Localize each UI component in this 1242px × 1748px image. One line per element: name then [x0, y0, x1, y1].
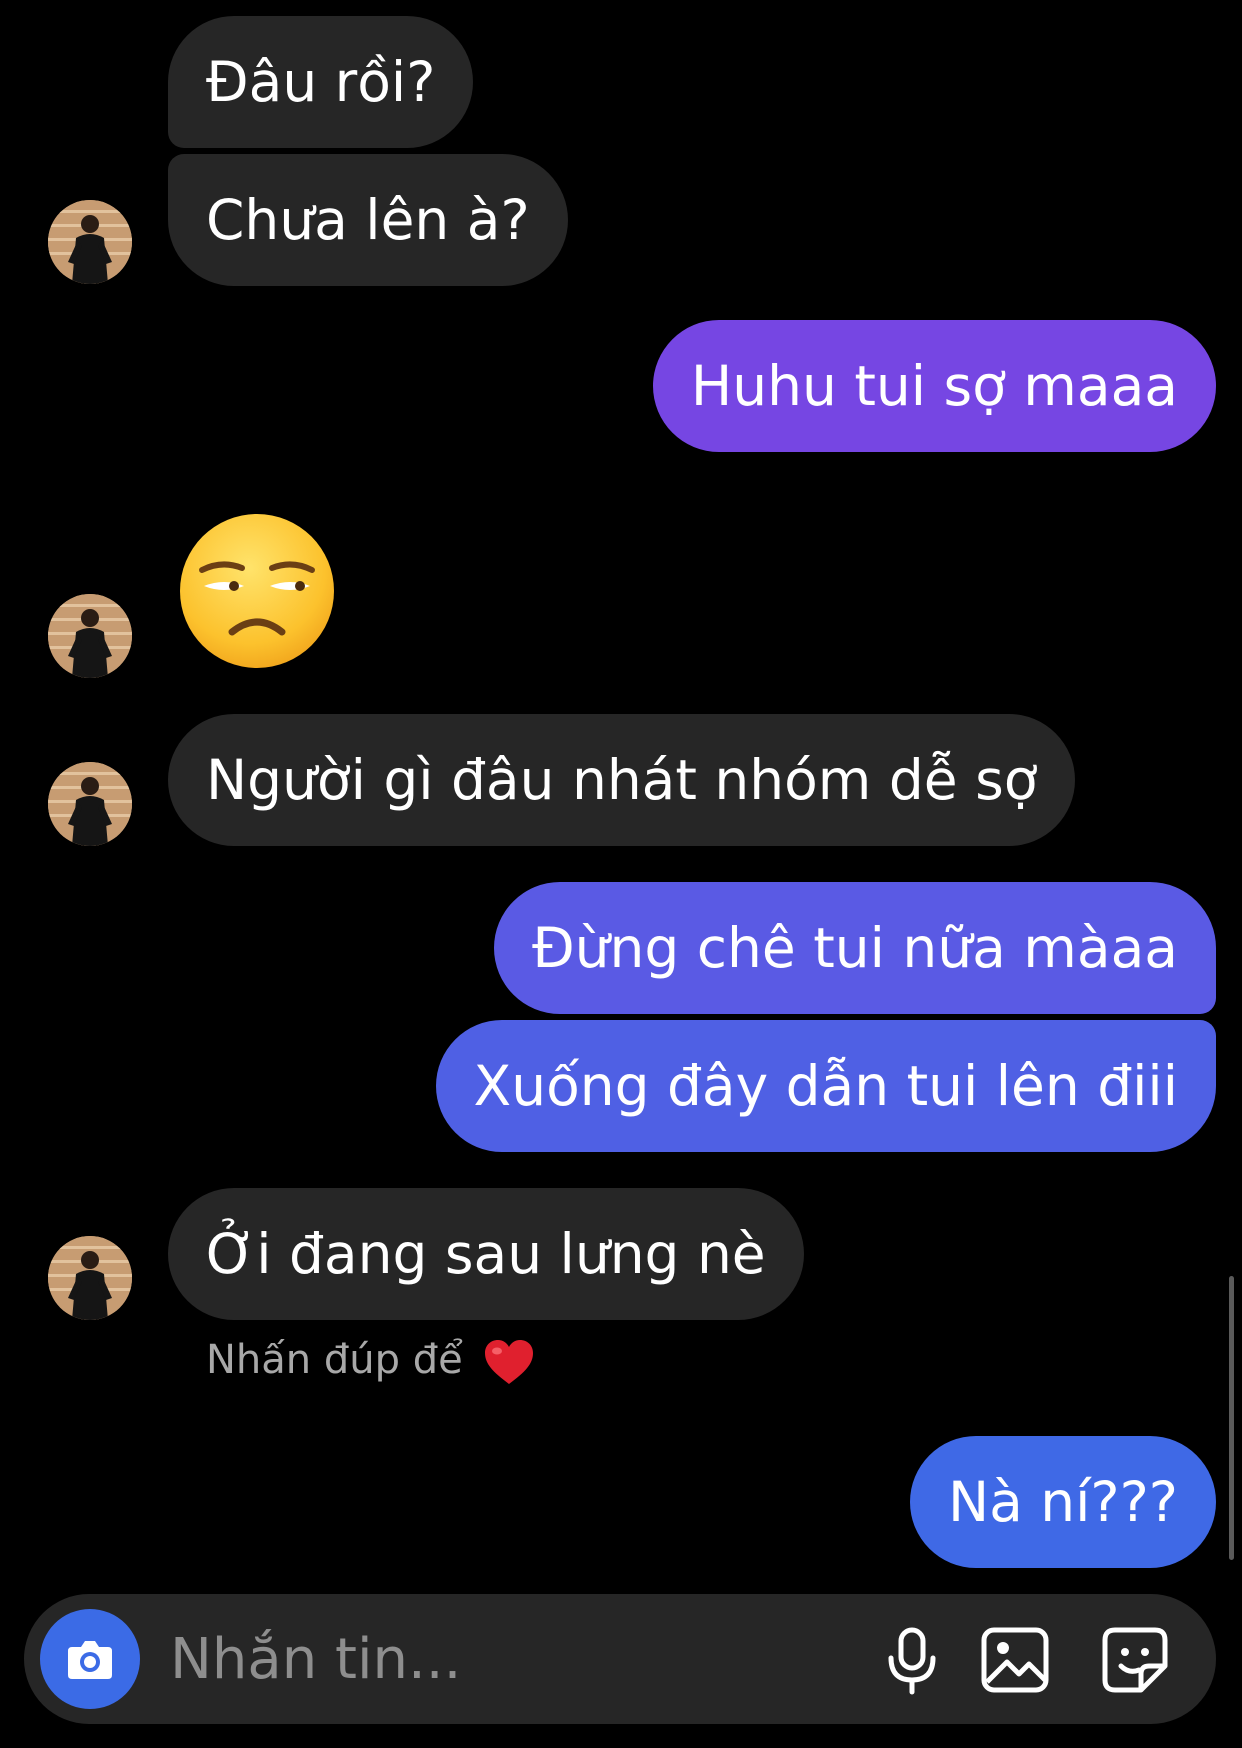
- gallery-icon[interactable]: [979, 1624, 1051, 1696]
- sticker-icon[interactable]: [1099, 1624, 1171, 1696]
- microphone-icon[interactable]: [876, 1624, 948, 1696]
- camera-icon: [68, 1641, 112, 1679]
- unamused-face-emoji[interactable]: [178, 512, 336, 670]
- message-bubble-outgoing[interactable]: Xuống đây dẫn tui lên điii: [435, 1020, 1216, 1152]
- avatar-photo: [48, 762, 132, 846]
- message-composer: [24, 1594, 1216, 1724]
- contact-avatar[interactable]: [48, 1236, 132, 1320]
- message-input[interactable]: [170, 1594, 730, 1724]
- double-tap-hint: Nhấn đúp để: [206, 1330, 535, 1390]
- contact-avatar[interactable]: [48, 594, 132, 678]
- camera-button[interactable]: [40, 1609, 140, 1709]
- message-bubble-outgoing[interactable]: Nà ní???: [909, 1436, 1216, 1568]
- double-tap-hint-text: Nhấn đúp để: [206, 1337, 463, 1383]
- contact-avatar[interactable]: [48, 762, 132, 846]
- message-bubble-incoming[interactable]: Chưa lên à?: [168, 154, 568, 286]
- message-bubble-incoming[interactable]: Đâu rồi?: [168, 16, 474, 148]
- message-bubble-outgoing[interactable]: Huhu tui sợ maaa: [652, 320, 1216, 452]
- message-bubble-incoming[interactable]: Người gì đâu nhát nhóm dễ sợ: [168, 714, 1076, 846]
- scrollbar[interactable]: [1229, 1276, 1234, 1560]
- avatar-photo: [48, 594, 132, 678]
- red-heart-icon: [485, 1340, 534, 1384]
- avatar-photo: [48, 200, 132, 284]
- contact-avatar[interactable]: [48, 200, 132, 284]
- message-bubble-incoming[interactable]: Ởi đang sau lưng nè: [168, 1188, 804, 1320]
- message-bubble-outgoing[interactable]: Đừng chê tui nữa màaa: [494, 882, 1216, 1014]
- chat-screen: Đâu rồi? Chưa lên à? Huhu tui sợ maaa Ng…: [0, 0, 1242, 1748]
- avatar-photo: [48, 1236, 132, 1320]
